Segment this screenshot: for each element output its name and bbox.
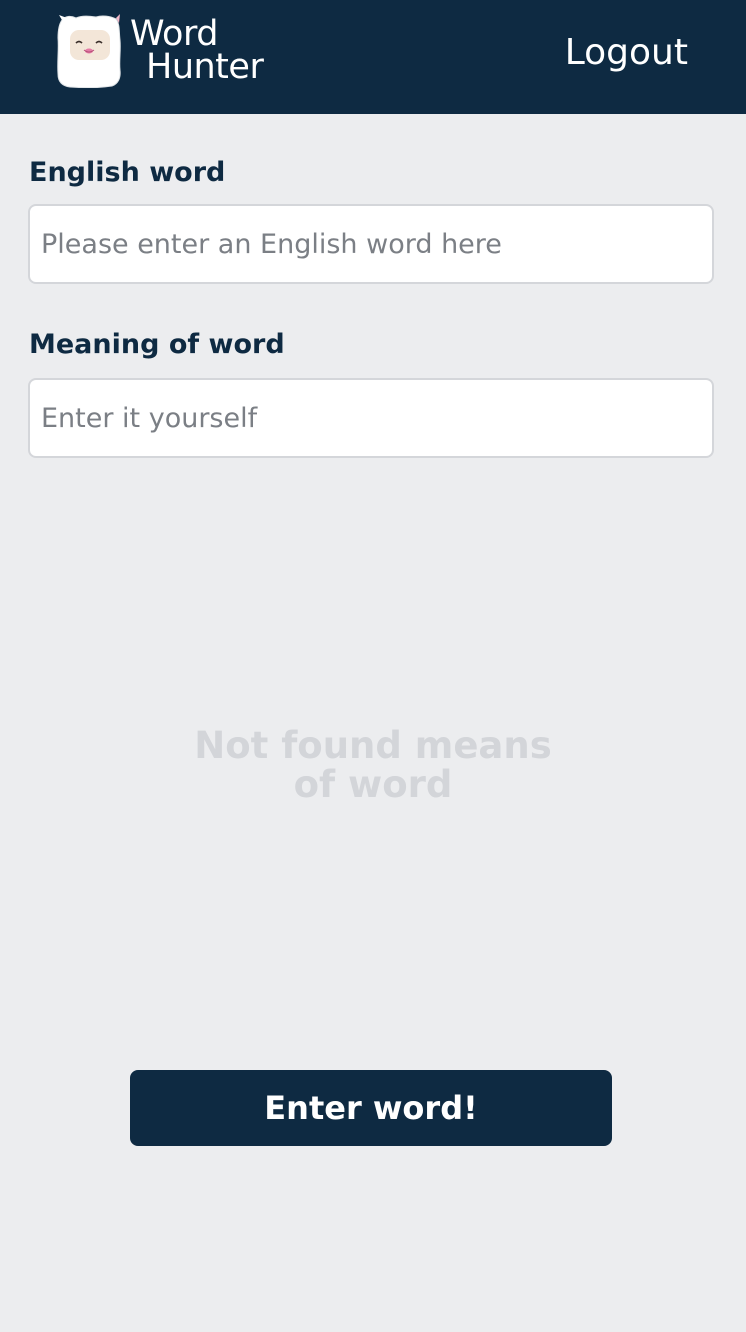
app-header: Word Hunter Logout [0,0,746,114]
no-meaning-found-message: Not found means of word [0,726,746,804]
app-name-line2: Hunter [146,47,264,87]
meaning-input[interactable] [28,378,714,458]
enter-word-button[interactable]: Enter word! [130,1070,612,1146]
empty-message-line2: of word [293,763,453,806]
logout-button[interactable]: Logout [565,30,688,76]
alpaca-mascot-icon [57,14,121,88]
app-logo[interactable]: Word Hunter [56,14,270,90]
english-word-label: English word [29,157,226,188]
empty-message-line1: Not found means [194,724,552,767]
meaning-label: Meaning of word [29,329,285,360]
english-word-input[interactable] [28,204,714,284]
app-name: Word Hunter [130,17,264,87]
